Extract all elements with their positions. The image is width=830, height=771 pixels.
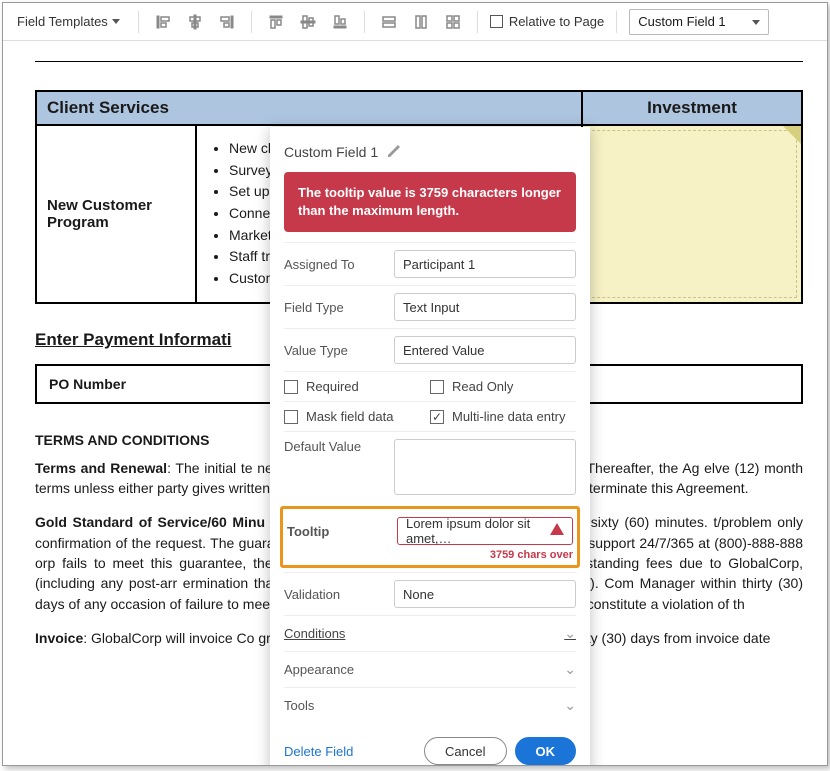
checkbox-icon: [284, 410, 298, 424]
warning-icon: [550, 523, 564, 535]
checkbox-checked-icon: [430, 410, 444, 424]
default-value-label: Default Value: [284, 439, 394, 454]
default-value-row: Default Value: [284, 431, 576, 502]
chevron-down-icon: [112, 19, 120, 24]
divider: [35, 61, 803, 62]
mask-checkbox[interactable]: Mask field data: [284, 409, 430, 424]
match-width-button[interactable]: [377, 10, 401, 34]
separator: [251, 11, 252, 33]
checkbox-row-1: Required Read Only: [284, 371, 576, 401]
chevron-down-icon: [752, 20, 760, 25]
field-selector-dropdown[interactable]: Custom Field 1: [629, 9, 769, 35]
match-size-button[interactable]: [441, 10, 465, 34]
conditions-section[interactable]: Conditions ⌄: [284, 615, 576, 651]
panel-footer: Delete Field Cancel OK: [284, 723, 576, 765]
validation-row: Validation None: [284, 572, 576, 615]
relative-to-page-label: Relative to Page: [509, 14, 604, 29]
tooltip-label: Tooltip: [287, 524, 397, 539]
align-left-button[interactable]: [151, 10, 175, 34]
tooltip-input[interactable]: Lorem ipsum dolor sit amet,…: [397, 517, 573, 545]
table-header-left: Client Services: [36, 91, 582, 125]
toolbar: Field Templates Relative to Page Custom …: [3, 3, 827, 41]
align-top-button[interactable]: [264, 10, 288, 34]
value-type-label: Value Type: [284, 343, 394, 358]
cancel-button[interactable]: Cancel: [424, 737, 506, 765]
checkbox-icon: [284, 380, 298, 394]
validation-label: Validation: [284, 587, 394, 602]
assigned-to-row: Assigned To Participant 1: [284, 242, 576, 285]
required-checkbox[interactable]: Required: [284, 379, 430, 394]
validation-select[interactable]: None: [394, 580, 576, 608]
appearance-section[interactable]: Appearance ⌄: [284, 651, 576, 687]
separator: [477, 11, 478, 33]
field-type-row: Field Type Text Input: [284, 285, 576, 328]
checkbox-icon: [490, 15, 503, 28]
value-type-select[interactable]: Entered Value: [394, 336, 576, 364]
investment-field-cell[interactable]: [582, 125, 802, 303]
tooltip-overflow-text: 3759 chars over: [287, 547, 573, 561]
tools-section[interactable]: Tools ⌄: [284, 687, 576, 723]
align-middle-button[interactable]: [296, 10, 320, 34]
error-banner: The tooltip value is 3759 characters lon…: [284, 172, 576, 232]
default-value-input[interactable]: [394, 439, 576, 495]
assigned-to-label: Assigned To: [284, 257, 394, 272]
align-bottom-button[interactable]: [328, 10, 352, 34]
separator: [138, 11, 139, 33]
field-templates-label: Field Templates: [17, 14, 108, 29]
panel-header: Custom Field 1: [284, 143, 576, 160]
multiline-checkbox[interactable]: Multi-line data entry: [430, 409, 576, 424]
field-outline: [587, 130, 797, 298]
value-type-row: Value Type Entered Value: [284, 328, 576, 371]
corner-fold-icon: [783, 126, 801, 144]
panel-title: Custom Field 1: [284, 144, 378, 160]
program-name-cell: New Customer Program: [36, 125, 196, 303]
tooltip-row-highlight: Tooltip Lorem ipsum dolor sit amet,… 375…: [280, 506, 580, 568]
assigned-to-select[interactable]: Participant 1: [394, 250, 576, 278]
delete-field-link[interactable]: Delete Field: [284, 744, 353, 759]
chevron-down-icon: ⌄: [564, 697, 576, 714]
field-templates-dropdown[interactable]: Field Templates: [11, 10, 126, 33]
align-center-h-button[interactable]: [183, 10, 207, 34]
field-type-label: Field Type: [284, 300, 394, 315]
separator: [364, 11, 365, 33]
relative-to-page-toggle[interactable]: Relative to Page: [490, 14, 604, 29]
chevron-down-icon: ⌄: [564, 625, 576, 642]
table-header-right: Investment: [582, 91, 802, 125]
align-right-button[interactable]: [215, 10, 239, 34]
checkbox-icon: [430, 380, 444, 394]
separator: [616, 11, 617, 33]
field-properties-panel: Custom Field 1 The tooltip value is 3759…: [270, 127, 590, 766]
pencil-icon[interactable]: [386, 143, 400, 160]
field-selector-value: Custom Field 1: [638, 14, 725, 29]
ok-button[interactable]: OK: [515, 737, 577, 765]
checkbox-row-2: Mask field data Multi-line data entry: [284, 401, 576, 431]
chevron-down-icon: ⌄: [564, 661, 576, 678]
match-height-button[interactable]: [409, 10, 433, 34]
field-type-select[interactable]: Text Input: [394, 293, 576, 321]
readonly-checkbox[interactable]: Read Only: [430, 379, 576, 394]
